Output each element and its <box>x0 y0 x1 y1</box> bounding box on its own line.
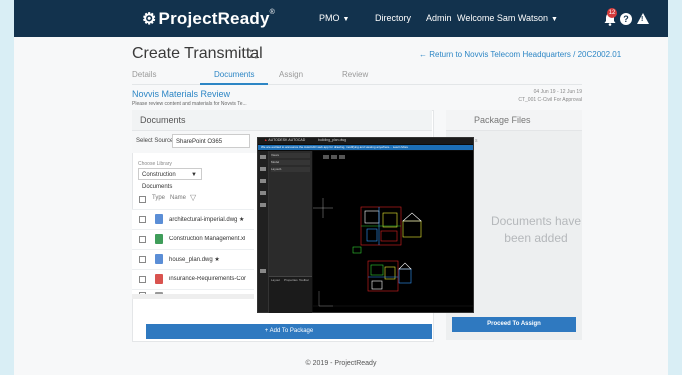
table-row[interactable]: house_plan.dwg ★ <box>132 249 254 269</box>
excel-file-icon <box>155 234 163 244</box>
row-checkbox[interactable] <box>139 236 146 243</box>
wizard-tabs: Details Documents Assign Review <box>132 70 582 84</box>
table-row[interactable]: Construction Management.xl <box>132 229 254 249</box>
column-name[interactable]: Name <box>170 195 186 201</box>
review-dates: 04 Jun 19 - 12 Jun 19 <box>533 89 582 95</box>
row-checkbox[interactable] <box>139 256 146 263</box>
nav-admin[interactable]: Admin <box>426 13 452 23</box>
viewer-layers-panel[interactable]: Views Model Layout1 <box>269 151 312 276</box>
drawing-canvas[interactable] <box>313 151 473 312</box>
autodesk-logo-icon: ▲ <box>264 138 268 142</box>
warning-mark: ! <box>641 16 644 23</box>
tab-assign[interactable]: Assign <box>279 70 303 79</box>
review-meta: CT_001 C-Civil For Approval <box>518 97 582 103</box>
help-icon[interactable]: ? <box>620 13 632 25</box>
logo-gear-icon: ⚙ <box>142 11 157 28</box>
logo-registered: ® <box>269 9 275 16</box>
tab-review[interactable]: Review <box>342 70 368 79</box>
viewer-brand: ▲ AUTODESK AUTOCAD <box>264 138 305 142</box>
viewer-status-tab[interactable]: Layout <box>271 278 280 282</box>
file-name[interactable]: insurance-Requirements-Cor <box>169 276 254 282</box>
viewer-status-area: Layout Properties Toolbar <box>269 276 312 313</box>
welcome-label: Welcome Sam Watson <box>457 13 549 23</box>
viewer-product-text: AUTOCAD <box>288 138 306 142</box>
table-row[interactable]: insurance-Requirements-Cor <box>132 269 254 289</box>
select-all-checkbox[interactable] <box>139 196 146 203</box>
chevron-down-icon: ▼ <box>551 16 558 23</box>
viewer-titlebar: ▲ AUTODESK AUTOCAD building_plan.dwg <box>258 138 473 144</box>
package-heading: Package Files <box>474 115 531 125</box>
nav-user-menu[interactable]: Welcome Sam Watson ▼ <box>457 13 558 23</box>
viewer-panel-item[interactable]: Model <box>271 160 310 165</box>
table-row[interactable]: architectural-imperial.dwg ★ <box>132 209 254 229</box>
filter-icon[interactable]: ▽ <box>190 193 196 202</box>
package-hint: s <box>475 138 478 144</box>
file-name[interactable]: house_plan.dwg ★ <box>169 256 254 263</box>
page-title: Create Transmittal <box>132 45 263 62</box>
app-page: ⚙ ProjectReady® PMO ▼ Directory Admin Welc… <box>14 0 668 375</box>
row-checkbox[interactable] <box>139 276 146 283</box>
viewer-banner: We are excited to announce the AutoCAD w… <box>258 145 473 150</box>
review-title: Novvis Materials Review <box>132 89 231 99</box>
drawing-preview-overlay[interactable]: ▲ AUTODESK AUTOCAD building_plan.dwg We … <box>257 137 474 313</box>
viewer-status-tab[interactable]: Properties <box>284 278 298 282</box>
proceed-to-assign-button[interactable]: Proceed To Assign <box>452 317 576 332</box>
documents-heading: Documents <box>140 115 186 125</box>
add-to-package-button[interactable]: + Add To Package <box>146 324 432 339</box>
sitemap-icon[interactable]: ⛶ <box>250 49 258 62</box>
dwg-file-icon <box>155 214 163 224</box>
notification-badge: 12 <box>607 8 617 18</box>
review-subtitle: Please review content and materials for … <box>132 101 247 107</box>
horizontal-scrollbar[interactable] <box>132 294 254 299</box>
footer-copyright: © 2019 - ProjectReady <box>305 360 377 367</box>
viewer-file-name: building_plan.dwg <box>318 138 347 142</box>
viewer-tool-sidebar[interactable] <box>258 151 269 312</box>
package-header: Package Files <box>446 110 582 131</box>
column-type: Type <box>152 195 166 201</box>
viewer-panel-item[interactable]: Layout1 <box>271 167 310 172</box>
file-name[interactable]: Construction Management.xl <box>169 236 254 242</box>
viewer-brand-text: AUTODESK <box>268 138 288 142</box>
tab-details[interactable]: Details <box>132 70 156 79</box>
library-value: Construction Documents <box>142 172 176 190</box>
row-checkbox[interactable] <box>139 216 146 223</box>
viewer-tool-icons[interactable] <box>258 151 268 311</box>
source-select[interactable]: SharePoint O365 <box>172 134 250 148</box>
nav-directory[interactable]: Directory <box>375 13 411 23</box>
floor-plan-drawing <box>313 155 473 307</box>
viewer-status-tab[interactable]: Toolbar <box>299 278 309 282</box>
file-name[interactable]: architectural-imperial.dwg ★ <box>169 216 254 223</box>
library-select[interactable]: Construction Documents ▼ <box>138 168 202 190</box>
tab-documents[interactable]: Documents <box>214 70 254 79</box>
nav-pmo-label: PMO <box>319 13 340 23</box>
viewer-panel-item[interactable]: Views <box>271 153 310 158</box>
select-source-label: Select Source <box>136 138 174 144</box>
chevron-down-icon: ▼ <box>191 172 197 178</box>
logo-text: ProjectReady <box>158 9 270 28</box>
top-navbar: ⚙ ProjectReady® PMO ▼ Directory Admin Welc… <box>14 0 668 37</box>
pdf-file-icon <box>155 274 163 284</box>
viewer-banner-text: We are excited to announce the AutoCAD w… <box>261 145 409 149</box>
nav-pmo[interactable]: PMO ▼ <box>319 13 349 23</box>
package-empty-message: Documents have been added <box>490 214 582 245</box>
active-tab-indicator <box>200 83 268 85</box>
choose-library-label: Choose Library <box>138 161 172 167</box>
chevron-down-icon: ▼ <box>342 16 350 23</box>
return-link[interactable]: ← Return to Novvis Telecom Headquarters … <box>419 50 621 59</box>
dwg-file-icon <box>155 254 163 264</box>
documents-header: Documents <box>132 110 432 131</box>
app-logo[interactable]: ⚙ ProjectReady® <box>142 9 275 29</box>
